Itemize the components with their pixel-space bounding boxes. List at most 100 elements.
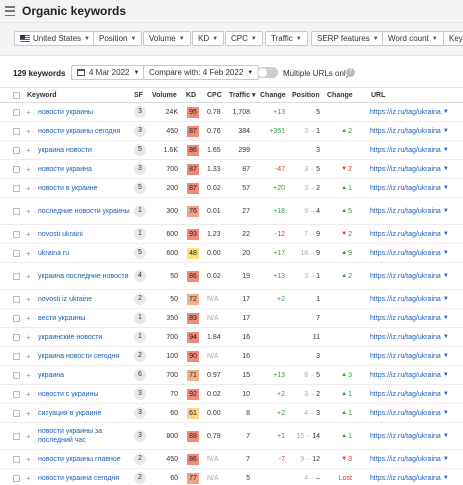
chevron-down-icon[interactable]: ▼ [443,147,449,153]
serp-features-badge[interactable]: 2 [134,453,146,465]
url-link[interactable]: https://iz.ru/tag/ukraina ▼ [370,160,449,178]
col-volume[interactable]: Volume [152,88,177,102]
col-keyword[interactable]: Keyword [27,88,57,102]
keyword-link[interactable]: новости украины сегодня [38,122,130,140]
row-checkbox[interactable] [13,207,20,215]
serp-features-badge[interactable]: 1 [134,331,146,343]
add-to-list-icon[interactable]: + [26,347,31,365]
serp-features-badge[interactable]: 3 [134,125,146,137]
word-count-filter[interactable]: Word count ▼ [382,31,444,46]
serp-features-badge[interactable]: 1 [134,205,146,217]
row-checkbox[interactable] [13,455,20,463]
keyword-link[interactable]: новости украины [38,103,130,121]
url-link[interactable]: https://iz.ru/tag/ukraina ▼ [370,404,449,422]
chevron-down-icon[interactable]: ▼ [443,208,449,214]
row-checkbox[interactable] [13,295,20,303]
chevron-down-icon[interactable]: ▼ [443,372,449,378]
serp-features-badge[interactable]: 4 [134,270,146,282]
chevron-down-icon[interactable]: ▼ [443,433,449,439]
chevron-down-icon[interactable]: ▼ [443,315,449,321]
chevron-down-icon[interactable]: ▼ [443,410,449,416]
row-checkbox[interactable] [13,249,20,257]
add-to-list-icon[interactable]: + [26,366,31,384]
col-url[interactable]: URL [371,88,385,102]
compare-date-picker[interactable]: Compare with: 4 Feb 2022 ▼ [143,65,260,80]
row-checkbox[interactable] [13,432,20,440]
row-checkbox[interactable] [13,165,20,173]
serp-features-badge[interactable]: 3 [134,388,146,400]
row-checkbox[interactable] [13,352,20,360]
url-link[interactable]: https://iz.ru/tag/ukraina ▼ [370,225,449,243]
keyword-link[interactable]: новости украины за последний час [38,423,130,449]
col-traffic[interactable]: Traffic ▾ [229,88,255,102]
serp-features-badge[interactable]: 2 [134,472,146,484]
url-link[interactable]: https://iz.ru/tag/ukraina ▼ [370,122,449,140]
country-filter[interactable]: United States ▼ [14,31,96,46]
chevron-down-icon[interactable]: ▼ [443,334,449,340]
keyword-link[interactable]: украина последние новости [38,263,130,289]
multiple-urls-toggle[interactable] [257,67,278,78]
url-link[interactable]: https://iz.ru/tag/ukraina ▼ [370,423,449,449]
url-link[interactable]: https://iz.ru/tag/ukraina ▼ [370,328,449,346]
add-to-list-icon[interactable]: + [26,122,31,140]
add-to-list-icon[interactable]: + [26,469,31,485]
row-checkbox[interactable] [13,390,20,398]
row-checkbox[interactable] [13,230,20,238]
col-position-change[interactable]: Change [327,88,353,102]
serp-features-badge[interactable]: 5 [134,182,146,194]
date-picker[interactable]: 4 Mar 2022 ▼ [71,65,146,80]
chevron-down-icon[interactable]: ▼ [443,185,449,191]
traffic-filter[interactable]: Traffic ▼ [265,31,308,46]
col-cpc[interactable]: CPC [207,88,222,102]
add-to-list-icon[interactable]: + [26,385,31,403]
url-link[interactable]: https://iz.ru/tag/ukraina ▼ [370,309,449,327]
keyword-link[interactable]: новости в украине [38,179,130,197]
add-to-list-icon[interactable]: + [26,309,31,327]
keyword-link[interactable]: novosti iz ukraine [38,290,130,308]
add-to-list-icon[interactable]: + [26,450,31,468]
select-all-checkbox[interactable] [13,91,20,99]
add-to-list-icon[interactable]: + [26,225,31,243]
volume-filter[interactable]: Volume ▼ [143,31,191,46]
chevron-down-icon[interactable]: ▼ [443,250,449,256]
add-to-list-icon[interactable]: + [26,244,31,262]
keyword-link[interactable]: украинские новости [38,328,130,346]
keyword-link[interactable]: ситуация в украине [38,404,130,422]
serp-features-badge[interactable]: 1 [134,312,146,324]
url-link[interactable]: https://iz.ru/tag/ukraina ▼ [370,198,449,224]
menu-icon[interactable] [5,5,15,17]
add-to-list-icon[interactable]: + [26,290,31,308]
add-to-list-icon[interactable]: + [26,103,31,121]
chevron-down-icon[interactable]: ▼ [443,109,449,115]
keyword-link[interactable]: новости украина [38,160,130,178]
col-kd[interactable]: KD [186,88,196,102]
kd-filter[interactable]: KD ▼ [192,31,225,46]
serp-features-badge[interactable]: 2 [134,350,146,362]
row-checkbox[interactable] [13,184,20,192]
add-to-list-icon[interactable]: + [26,263,31,289]
url-link[interactable]: https://iz.ru/tag/ukraina ▼ [370,141,449,159]
chevron-down-icon[interactable]: ▼ [443,273,449,279]
keyword-link[interactable]: новости украина сегодня [38,469,130,485]
row-checkbox[interactable] [13,272,20,280]
url-link[interactable]: https://iz.ru/tag/ukraina ▼ [370,469,449,485]
url-link[interactable]: https://iz.ru/tag/ukraina ▼ [370,366,449,384]
serp-features-badge[interactable]: 5 [134,144,146,156]
position-filter[interactable]: Position ▼ [93,31,143,46]
col-traffic-change[interactable]: Change [260,88,286,102]
keyword-link[interactable]: вести украины [38,309,130,327]
row-checkbox[interactable] [13,108,20,116]
chevron-down-icon[interactable]: ▼ [443,128,449,134]
url-link[interactable]: https://iz.ru/tag/ukraina ▼ [370,179,449,197]
chevron-down-icon[interactable]: ▼ [443,231,449,237]
help-icon[interactable]: ? [346,68,355,77]
url-link[interactable]: https://iz.ru/tag/ukraina ▼ [370,290,449,308]
url-link[interactable]: https://iz.ru/tag/ukraina ▼ [370,263,449,289]
add-to-list-icon[interactable]: + [26,179,31,197]
serp-features-badge[interactable]: 3 [134,163,146,175]
row-checkbox[interactable] [13,127,20,135]
chevron-down-icon[interactable]: ▼ [443,166,449,172]
row-checkbox[interactable] [13,314,20,322]
add-to-list-icon[interactable]: + [26,404,31,422]
row-checkbox[interactable] [13,146,20,154]
